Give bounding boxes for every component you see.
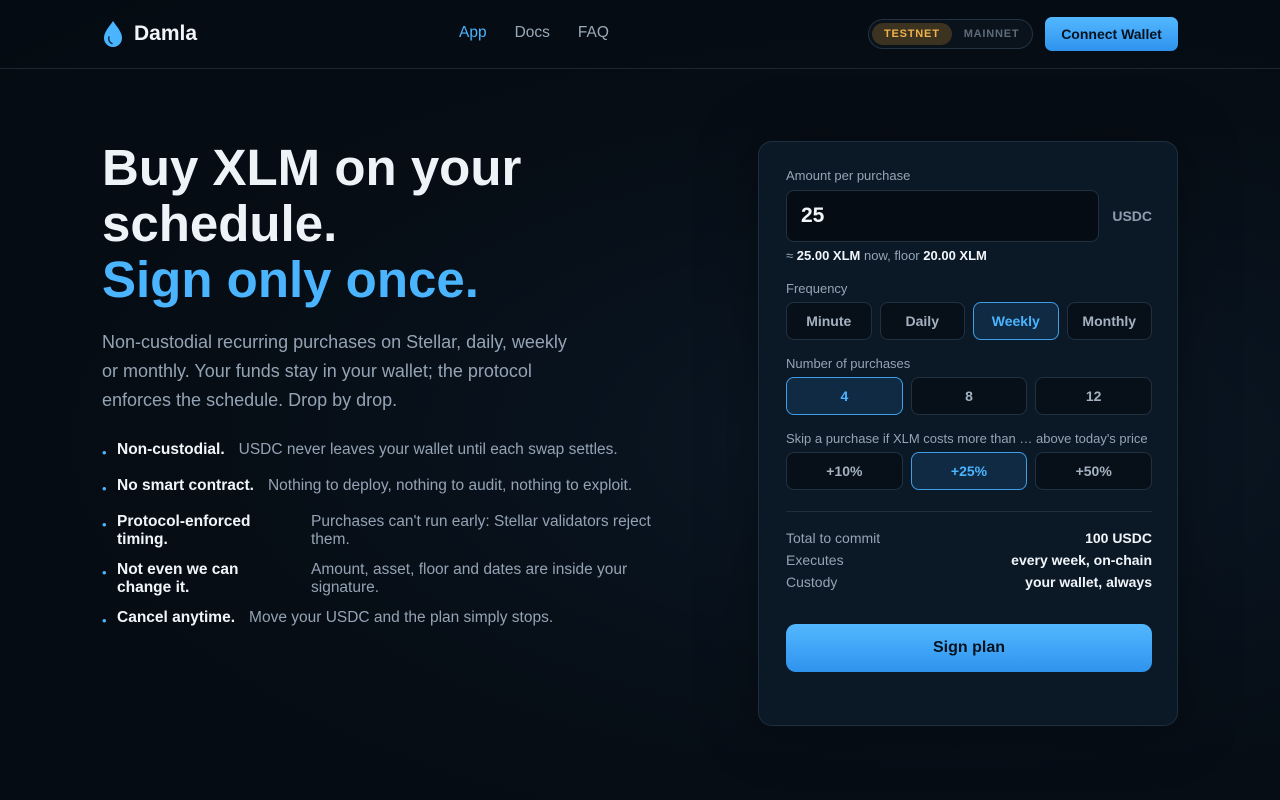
amount-field-group: USDC — [786, 190, 1152, 242]
feature-title: Not even we can change it. — [117, 561, 239, 596]
droplet-icon — [104, 21, 122, 47]
divider — [786, 511, 1152, 512]
frequency-monthly[interactable]: Monthly — [1066, 302, 1152, 340]
feature-text: Purchases can't run early: Stellar valid… — [311, 513, 651, 548]
frequency-minute[interactable]: Minute — [786, 302, 872, 340]
hero-title-line1: Buy XLM on your — [102, 139, 522, 196]
feature-item: • Not even we can change it. Amount, ass… — [102, 561, 662, 597]
skip-10[interactable]: +10% — [786, 452, 903, 490]
summary-row: Total to commit 100 USDC — [786, 527, 1152, 549]
quote-floor: 20.00 XLM — [923, 248, 987, 263]
skip-25[interactable]: +25% — [910, 452, 1028, 490]
feature-title: Protocol-enforced timing. — [117, 513, 251, 548]
feature-title: Cancel anytime. — [117, 609, 236, 626]
summary-value: every week, on-chain — [1011, 552, 1152, 568]
feature-title: Non-custodial. — [117, 441, 225, 458]
feature-list: • Non-custodial. USDC never leaves your … — [102, 441, 662, 645]
summary-key: Executes — [786, 552, 844, 568]
feature-item: • Cancel anytime. Move your USDC and the… — [102, 609, 662, 633]
brand-name: Damla — [134, 22, 198, 45]
plan-summary: Total to commit 100 USDC Executes every … — [786, 527, 1152, 593]
price-quote: ≈ 25.00 XLM now, floor 20.00 XLM — [786, 248, 987, 263]
summary-value: your wallet, always — [1025, 574, 1152, 590]
frequency-selector: Minute Daily Weekly Monthly — [786, 302, 1152, 340]
network-toggle: TESTNET MAINNET — [868, 19, 1033, 49]
brand[interactable]: Damla — [102, 19, 197, 49]
quote-prefix: ≈ — [786, 248, 794, 263]
feature-text: Amount, asset, floor and dates are insid… — [311, 561, 628, 596]
network-mainnet[interactable]: MAINNET — [952, 23, 1032, 45]
frequency-label: Frequency — [786, 281, 848, 296]
bullet-icon: • — [102, 481, 107, 496]
hero-title-line2: schedule. — [102, 195, 338, 252]
bullet-icon: • — [102, 517, 107, 532]
quote-mid: now, floor — [863, 248, 920, 263]
feature-text: USDC never leaves your wallet until each… — [238, 441, 618, 458]
summary-key: Total to commit — [786, 530, 881, 546]
amount-label: Amount per purchase — [786, 168, 911, 183]
connect-wallet-button[interactable]: Connect Wallet — [1045, 17, 1178, 51]
summary-row: Executes every week, on-chain — [786, 549, 1152, 571]
hero-title-accent: Sign only once. — [102, 251, 479, 308]
feature-text: Nothing to deploy, nothing to audit, not… — [267, 477, 633, 494]
bullet-icon: • — [102, 613, 107, 628]
frequency-daily[interactable]: Daily — [879, 302, 965, 340]
network-testnet[interactable]: TESTNET — [872, 23, 952, 45]
skip-label: Skip a purchase if XLM costs more than …… — [786, 431, 1148, 446]
amount-unit: USDC — [1112, 208, 1152, 224]
feature-item: • No smart contract. Nothing to deploy, … — [102, 477, 662, 501]
skip-50[interactable]: +50% — [1035, 452, 1153, 490]
feature-title: No smart contract. — [117, 477, 254, 494]
nav-docs[interactable]: Docs — [515, 24, 550, 42]
feature-item: • Protocol-enforced timing. Purchases ca… — [102, 513, 662, 549]
count-label: Number of purchases — [786, 356, 911, 371]
nav-app[interactable]: App — [459, 24, 487, 42]
top-bar: Damla App Docs FAQ TESTNET MAINNET Conne… — [0, 0, 1280, 69]
skip-threshold-selector: +10% +25% +50% — [786, 452, 1153, 490]
count-selector: 4 8 12 — [786, 377, 1153, 415]
main-nav: App Docs FAQ — [459, 24, 609, 42]
summary-row: Custody your wallet, always — [786, 571, 1152, 593]
frequency-weekly[interactable]: Weekly — [973, 302, 1059, 340]
sign-plan-button[interactable]: Sign plan — [786, 624, 1152, 672]
hero-title: Buy XLM on your schedule. Sign only once… — [102, 140, 662, 308]
bullet-icon: • — [102, 445, 107, 460]
plan-card: Amount per purchase USDC ≈ 25.00 XLM now… — [758, 141, 1178, 726]
amount-input[interactable] — [786, 190, 1099, 242]
hero-description: Non-custodial recurring purchases on Ste… — [102, 332, 567, 410]
bullet-icon: • — [102, 565, 107, 580]
count-12[interactable]: 12 — [1035, 377, 1153, 415]
summary-value: 100 USDC — [1085, 530, 1152, 546]
count-4[interactable]: 4 — [786, 377, 903, 415]
count-8[interactable]: 8 — [910, 377, 1028, 415]
summary-key: Custody — [786, 574, 838, 590]
feature-item: • Non-custodial. USDC never leaves your … — [102, 441, 662, 465]
quote-now: 25.00 XLM — [796, 248, 861, 263]
feature-text: Move your USDC and the plan simply stops… — [249, 609, 554, 626]
nav-faq[interactable]: FAQ — [578, 24, 609, 42]
